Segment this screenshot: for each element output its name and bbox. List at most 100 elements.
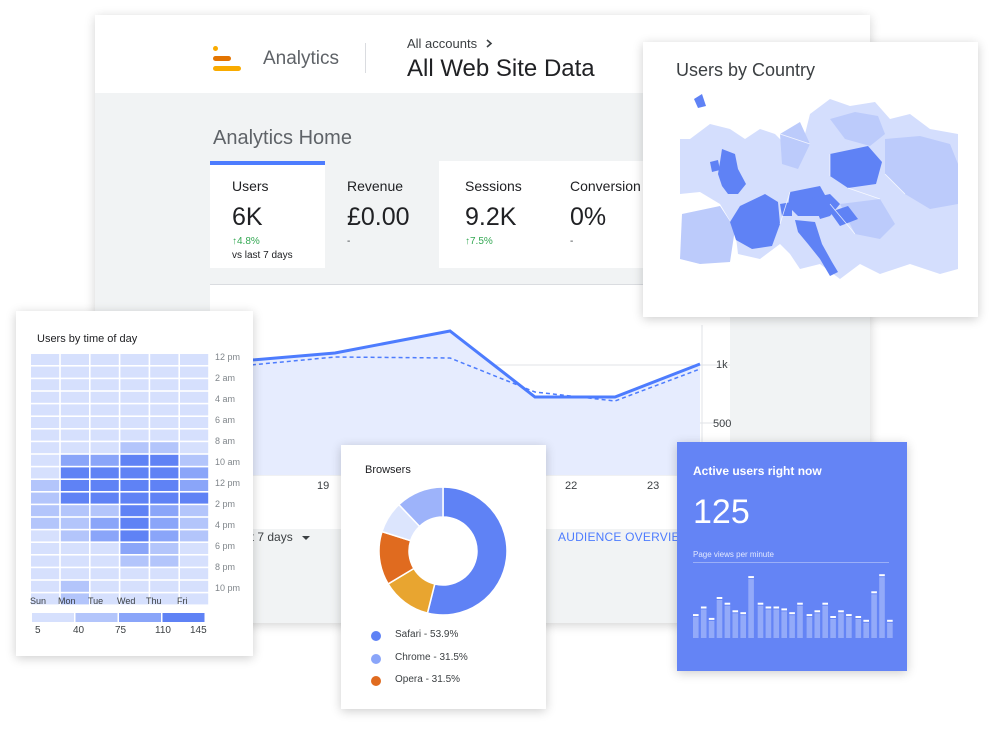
page-view-bar-cap xyxy=(887,619,893,622)
heatmap-cell xyxy=(90,580,119,592)
page-view-bar xyxy=(789,615,795,638)
heatmap-cell xyxy=(90,492,119,504)
day-label: Fri xyxy=(177,596,188,606)
heatmap-cell xyxy=(180,492,209,504)
page-view-bar xyxy=(740,615,746,638)
page-view-bar-cap xyxy=(830,616,836,618)
browser-donut-chart xyxy=(378,486,508,616)
heatmap-cell xyxy=(150,505,179,517)
heatmap-cell xyxy=(150,530,179,542)
heatmap-cell xyxy=(60,379,89,391)
heatmap-cell xyxy=(120,366,149,378)
heatmap-cell xyxy=(120,404,149,416)
legend-value: 145 xyxy=(190,625,207,636)
heatmap-cell xyxy=(90,480,119,491)
metric-label: Sessions xyxy=(465,178,522,194)
analytics-logo-icon[interactable] xyxy=(213,46,243,72)
heatmap-cell xyxy=(60,354,89,365)
europe-map[interactable] xyxy=(680,94,958,291)
heatmap-cell xyxy=(120,580,149,592)
page-view-bar-cap xyxy=(773,606,780,609)
heatmap-cell xyxy=(90,505,119,517)
heatmap-cell xyxy=(180,505,209,517)
heatmap-cell xyxy=(60,391,89,403)
heatmap-cell xyxy=(60,505,89,517)
heatmap-cell xyxy=(150,354,179,365)
metric-tab-revenue[interactable]: Revenue £0.00 - xyxy=(325,161,439,268)
metric-value: 6K xyxy=(232,203,263,231)
page-view-bar xyxy=(732,613,739,638)
heatmap-cell xyxy=(31,555,60,567)
heatmap-cell xyxy=(90,429,119,441)
page-view-bar xyxy=(708,620,715,638)
heatmap-cell xyxy=(60,517,89,529)
heatmap-cell xyxy=(150,492,179,504)
heatmap-cell xyxy=(31,454,60,466)
page-view-bar xyxy=(797,605,803,638)
audience-overview-link[interactable]: AUDIENCE OVERVIEW xyxy=(558,530,691,544)
heatmap-cell xyxy=(180,417,209,428)
metric-tab-sessions[interactable]: Sessions 9.2K ↑7.5% xyxy=(439,161,545,268)
heatmap-cell xyxy=(60,429,89,441)
heatmap-cell xyxy=(60,366,89,378)
heatmap-cell xyxy=(120,429,149,441)
heatmap-cell xyxy=(120,517,149,529)
day-label: Wed xyxy=(117,596,136,606)
metric-tab-users[interactable]: Users 6K ↑4.8% vs last 7 days xyxy=(210,161,325,268)
heatmap-cell xyxy=(31,404,60,416)
legend-label: Opera - 31.5% xyxy=(395,674,461,685)
page-title: Analytics Home xyxy=(213,127,352,149)
page-view-bar-cap xyxy=(806,614,813,617)
heatmap-cell xyxy=(120,391,149,403)
heatmap-cell xyxy=(60,480,89,491)
heatmap-cell xyxy=(31,580,60,592)
metric-label: Users xyxy=(232,178,269,194)
heatmap-cell xyxy=(31,417,60,428)
heatmap-cell xyxy=(60,417,89,428)
x-tick-label: 19 xyxy=(317,480,330,492)
heatmap-cell xyxy=(31,354,60,365)
page-view-bar-cap xyxy=(740,612,746,615)
legend-swatch xyxy=(371,676,381,686)
metric-change: ↑4.8% xyxy=(232,236,260,247)
legend-bar-segment xyxy=(32,613,74,622)
page-view-bar xyxy=(781,611,787,638)
metric-value: £0.00 xyxy=(347,203,410,231)
heatmap-cell xyxy=(31,366,60,378)
page-view-bar-cap xyxy=(879,574,885,577)
heatmap-cell xyxy=(60,454,89,466)
metric-change: ↑7.5% xyxy=(465,236,493,247)
heatmap-cell xyxy=(120,467,149,479)
heatmap-cell xyxy=(120,555,149,567)
property-selector[interactable]: All Web Site Data xyxy=(407,55,595,83)
legend-bar-segment xyxy=(119,613,161,622)
heatmap-cell xyxy=(60,568,89,580)
heatmap-cell xyxy=(150,391,179,403)
heatmap-cell xyxy=(90,404,119,416)
account-breadcrumb[interactable]: All accounts xyxy=(407,36,493,51)
metric-comparison: vs last 7 days xyxy=(232,250,293,261)
hour-label: 10 pm xyxy=(215,583,241,593)
x-tick-label: 23 xyxy=(647,480,660,492)
page-view-bar-cap xyxy=(781,608,787,611)
x-tick-label: 22 xyxy=(565,480,578,492)
heatmap-cell xyxy=(180,366,209,378)
hour-label: 4 am xyxy=(215,394,236,404)
page-view-bar xyxy=(846,617,852,638)
active-users-card: Active users right now 125 Page views pe… xyxy=(677,442,907,671)
page-view-bar xyxy=(887,622,893,638)
page-view-bar-cap xyxy=(748,576,754,579)
heatmap-cell xyxy=(150,417,179,428)
hour-label: 4 pm xyxy=(215,520,236,530)
heatmap-cell xyxy=(180,454,209,466)
chevron-right-icon xyxy=(486,39,492,48)
heatmap-cell xyxy=(31,429,60,441)
page-view-bar xyxy=(757,605,764,638)
heatmap-cell xyxy=(150,555,179,567)
day-label: Sun xyxy=(30,596,47,606)
page-view-bar xyxy=(822,605,828,638)
page-view-bar-cap xyxy=(863,619,869,622)
heatmap-cell xyxy=(180,580,209,592)
metric-tab-conversion[interactable]: Conversion 0% - xyxy=(545,161,645,268)
heatmap-cell xyxy=(90,467,119,479)
